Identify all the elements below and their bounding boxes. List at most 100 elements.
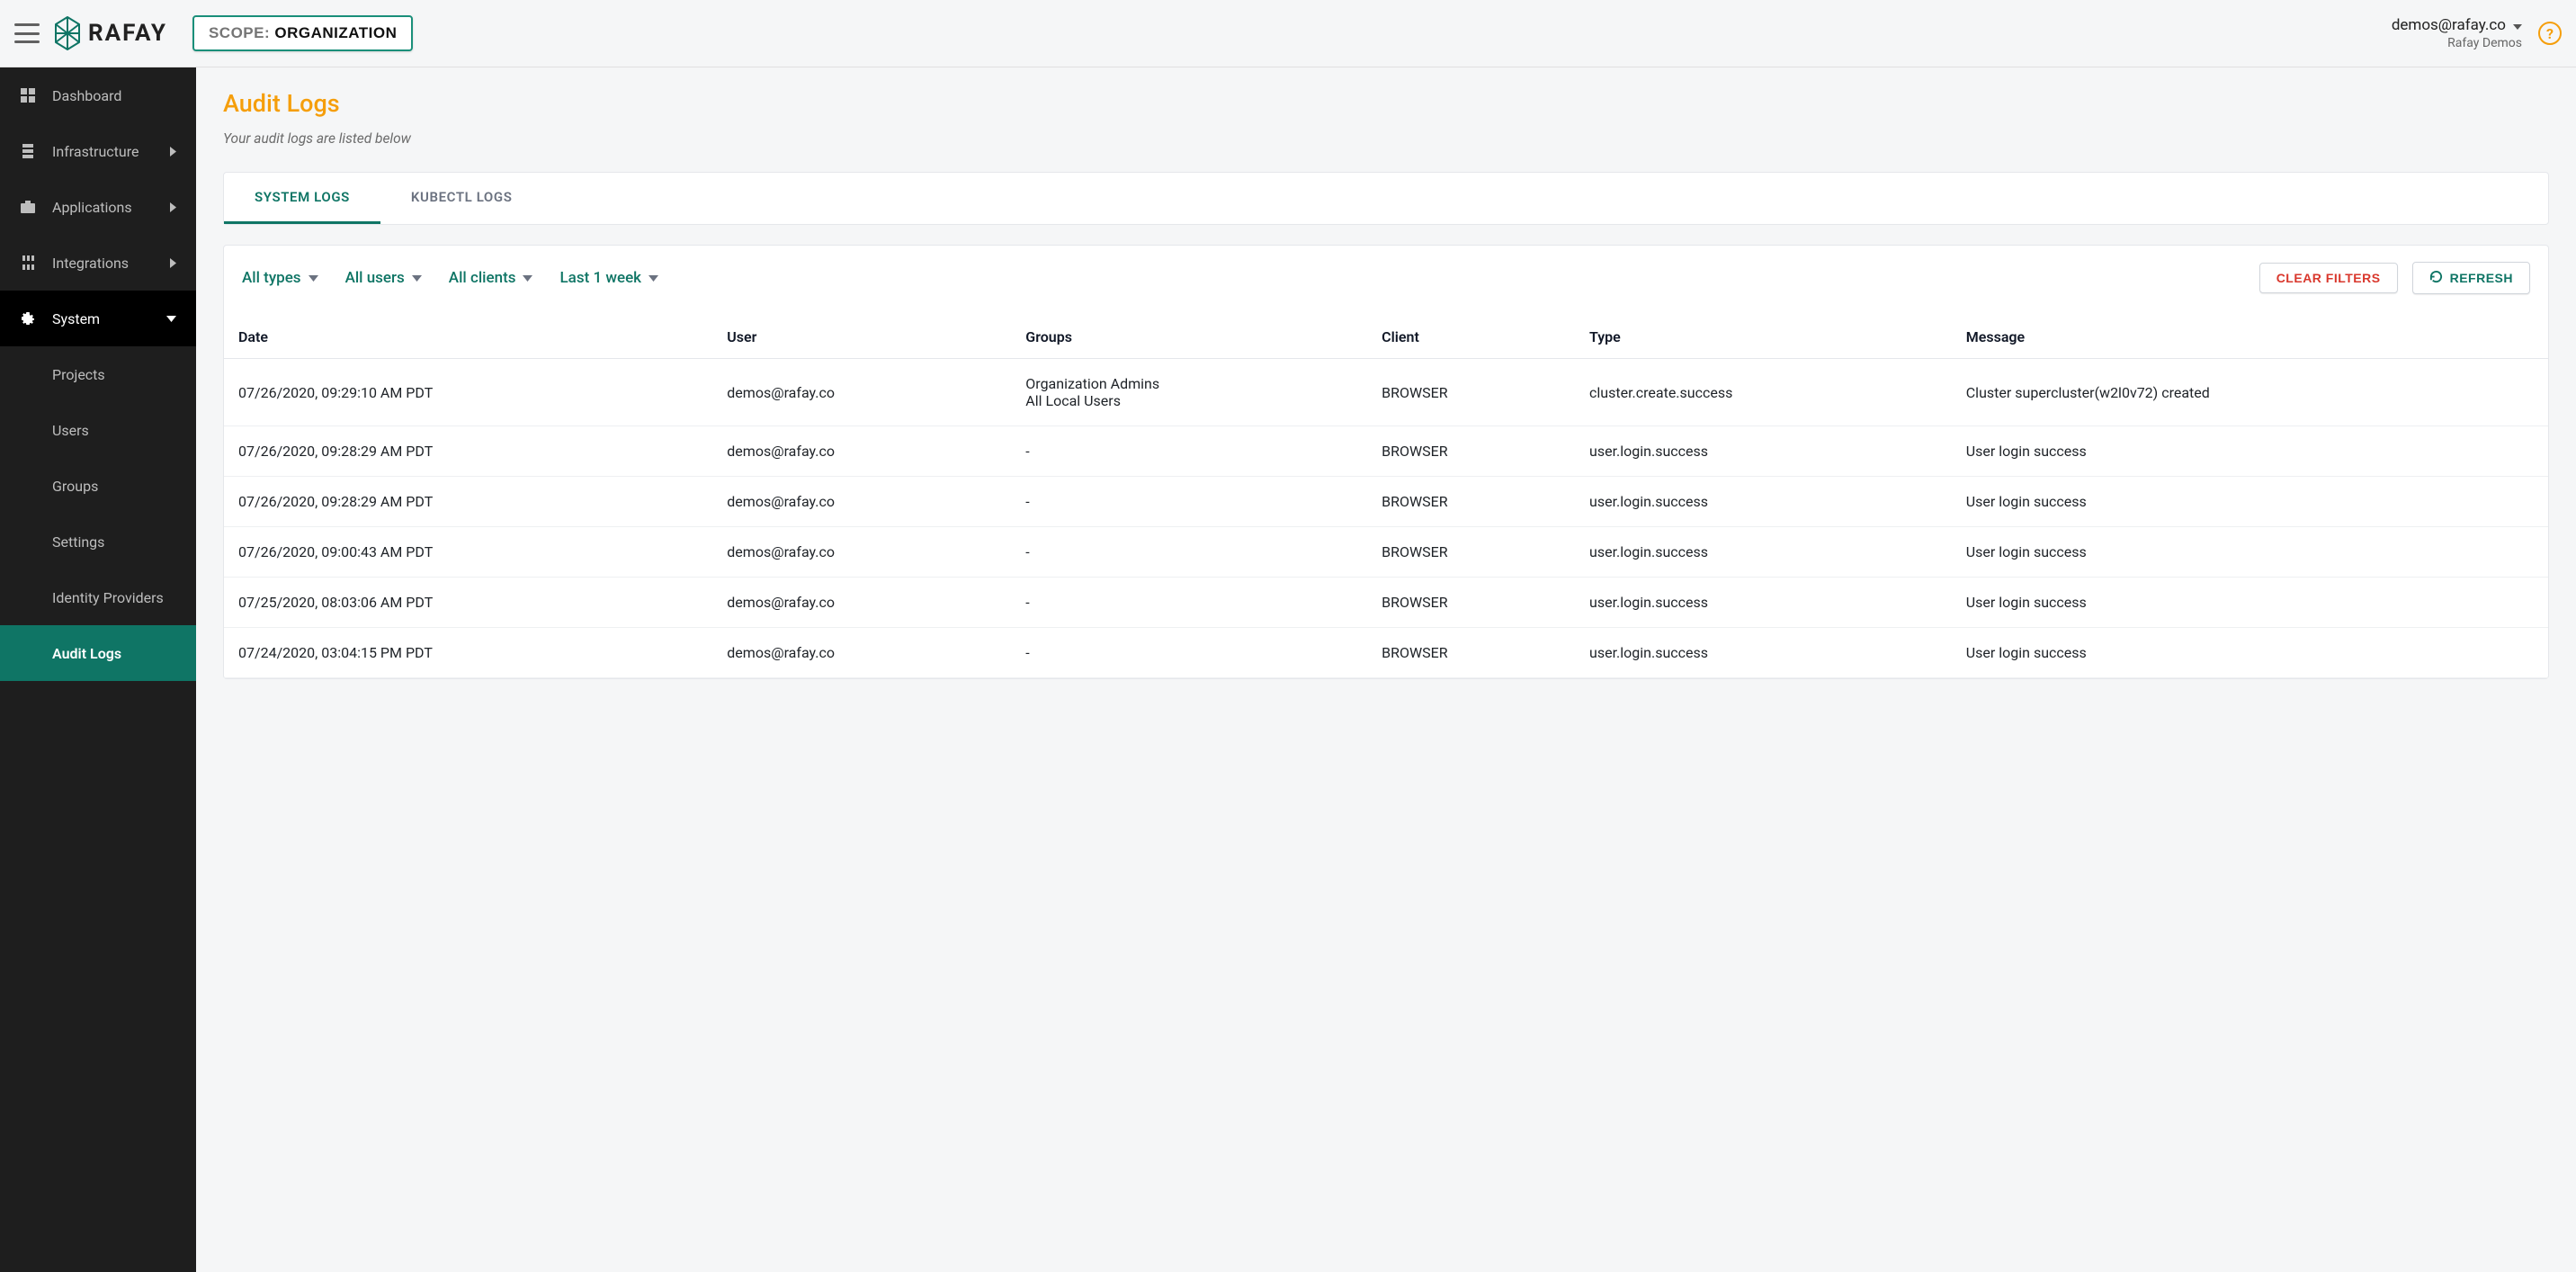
filter-user-dropdown[interactable]: All users (345, 269, 422, 287)
gear-icon (20, 310, 36, 327)
cell-client: BROWSER (1367, 527, 1575, 578)
filter-label: All types (242, 269, 301, 287)
filter-label: Last 1 week (559, 269, 641, 287)
logs-panel: All types All users All clients Last 1 w… (223, 245, 2549, 679)
caret-down-icon (412, 275, 422, 282)
column-header-client[interactable]: Client (1367, 316, 1575, 359)
tab-system-logs[interactable]: SYSTEM LOGS (224, 173, 380, 224)
sidebar-item-system[interactable]: System (0, 291, 196, 346)
sidebar-subitem-users[interactable]: Users (0, 402, 196, 458)
integrations-icon (20, 255, 36, 271)
help-button[interactable]: ? (2538, 22, 2562, 45)
table-row: 07/25/2020, 08:03:06 AM PDTdemos@rafay.c… (224, 578, 2548, 628)
caret-down-icon (648, 275, 658, 282)
cell-user: demos@rafay.co (712, 578, 1011, 628)
filter-client-dropdown[interactable]: All clients (449, 269, 533, 287)
table-header-row: Date User Groups Client Type Message (224, 316, 2548, 359)
brand-text: RAFAY (88, 20, 167, 47)
cell-date: 07/24/2020, 03:04:15 PM PDT (224, 628, 712, 678)
account-email: demos@rafay.co (2392, 16, 2506, 34)
refresh-button[interactable]: REFRESH (2412, 262, 2530, 294)
sidebar-subitem-label: Settings (52, 533, 104, 551)
chevron-down-icon (166, 316, 176, 322)
cell-groups: - (1011, 527, 1367, 578)
cell-message: User login success (1952, 628, 2548, 678)
table-row: 07/26/2020, 09:29:10 AM PDTdemos@rafay.c… (224, 359, 2548, 426)
infrastructure-icon (20, 143, 36, 159)
clear-filters-button[interactable]: CLEAR FILTERS (2259, 263, 2398, 293)
sidebar-item-infrastructure[interactable]: Infrastructure (0, 123, 196, 179)
column-header-user[interactable]: User (712, 316, 1011, 359)
sidebar-item-integrations[interactable]: Integrations (0, 235, 196, 291)
tab-kubectl-logs[interactable]: KUBECTL LOGS (380, 173, 543, 224)
cell-date: 07/26/2020, 09:29:10 AM PDT (224, 359, 712, 426)
sidebar-item-label: Dashboard (52, 87, 121, 104)
sidebar-subitem-label: Audit Logs (52, 645, 121, 662)
cell-message: Cluster supercluster(w2l0v72) created (1952, 359, 2548, 426)
account-menu-button[interactable]: demos@rafay.co (2392, 16, 2522, 34)
cell-user: demos@rafay.co (712, 527, 1011, 578)
caret-down-icon (2513, 16, 2522, 34)
menu-toggle-button[interactable] (14, 23, 40, 43)
cell-type: user.login.success (1575, 578, 1952, 628)
table-row: 07/26/2020, 09:28:29 AM PDTdemos@rafay.c… (224, 477, 2548, 527)
sidebar-subitem-settings[interactable]: Settings (0, 514, 196, 569)
sidebar-item-applications[interactable]: Applications (0, 179, 196, 235)
cell-groups: Organization AdminsAll Local Users (1011, 359, 1367, 426)
sidebar-subitem-label: Users (52, 422, 89, 439)
cell-client: BROWSER (1367, 359, 1575, 426)
account-org: Rafay Demos (2392, 36, 2522, 50)
page-subtitle: Your audit logs are listed below (223, 130, 2549, 147)
column-header-groups[interactable]: Groups (1011, 316, 1367, 359)
dashboard-icon (20, 87, 36, 103)
audit-logs-table: Date User Groups Client Type Message 07/… (224, 316, 2548, 678)
cell-type: cluster.create.success (1575, 359, 1952, 426)
caret-down-icon (309, 275, 318, 282)
button-label: CLEAR FILTERS (2276, 271, 2381, 285)
filter-range-dropdown[interactable]: Last 1 week (559, 269, 658, 287)
filters-toolbar: All types All users All clients Last 1 w… (224, 246, 2548, 300)
caret-down-icon (523, 275, 532, 282)
sidebar-item-label: Integrations (52, 255, 129, 272)
cell-date: 07/25/2020, 08:03:06 AM PDT (224, 578, 712, 628)
sidebar-subitem-groups[interactable]: Groups (0, 458, 196, 514)
table-row: 07/24/2020, 03:04:15 PM PDTdemos@rafay.c… (224, 628, 2548, 678)
column-header-type[interactable]: Type (1575, 316, 1952, 359)
account-section: demos@rafay.co Rafay Demos ? (2392, 16, 2562, 50)
sidebar-item-label: System (52, 310, 100, 327)
refresh-icon (2429, 270, 2443, 286)
cell-message: User login success (1952, 578, 2548, 628)
tab-label: SYSTEM LOGS (255, 189, 350, 205)
cell-user: demos@rafay.co (712, 359, 1011, 426)
main-content: Audit Logs Your audit logs are listed be… (196, 67, 2576, 1272)
sidebar-subitem-identity-providers[interactable]: Identity Providers (0, 569, 196, 625)
cell-type: user.login.success (1575, 426, 1952, 477)
scope-selector-button[interactable]: SCOPE: ORGANIZATION (192, 15, 413, 51)
scope-value: ORGANIZATION (274, 24, 397, 41)
chevron-right-icon (170, 202, 176, 212)
cell-date: 07/26/2020, 09:28:29 AM PDT (224, 477, 712, 527)
tabs-container: SYSTEM LOGS KUBECTL LOGS (223, 172, 2549, 225)
chevron-right-icon (170, 147, 176, 157)
app-header: RAFAY SCOPE: ORGANIZATION demos@rafay.co… (0, 0, 2576, 67)
column-header-date[interactable]: Date (224, 316, 712, 359)
cell-client: BROWSER (1367, 628, 1575, 678)
column-header-message[interactable]: Message (1952, 316, 2548, 359)
sidebar-item-label: Infrastructure (52, 143, 139, 160)
sidebar-submenu-system: Projects Users Groups Settings Identity … (0, 346, 196, 681)
brand-logo[interactable]: RAFAY (54, 15, 167, 51)
cell-groups: - (1011, 426, 1367, 477)
cell-type: user.login.success (1575, 628, 1952, 678)
question-mark-icon: ? (2546, 25, 2554, 42)
sidebar-subitem-projects[interactable]: Projects (0, 346, 196, 402)
filter-type-dropdown[interactable]: All types (242, 269, 318, 287)
filter-label: All users (345, 269, 405, 287)
cell-groups: - (1011, 578, 1367, 628)
cell-user: demos@rafay.co (712, 426, 1011, 477)
sidebar-item-dashboard[interactable]: Dashboard (0, 67, 196, 123)
cell-client: BROWSER (1367, 426, 1575, 477)
rafay-logo-icon (54, 15, 81, 51)
cell-date: 07/26/2020, 09:00:43 AM PDT (224, 527, 712, 578)
cell-client: BROWSER (1367, 477, 1575, 527)
sidebar-subitem-audit-logs[interactable]: Audit Logs (0, 625, 196, 681)
